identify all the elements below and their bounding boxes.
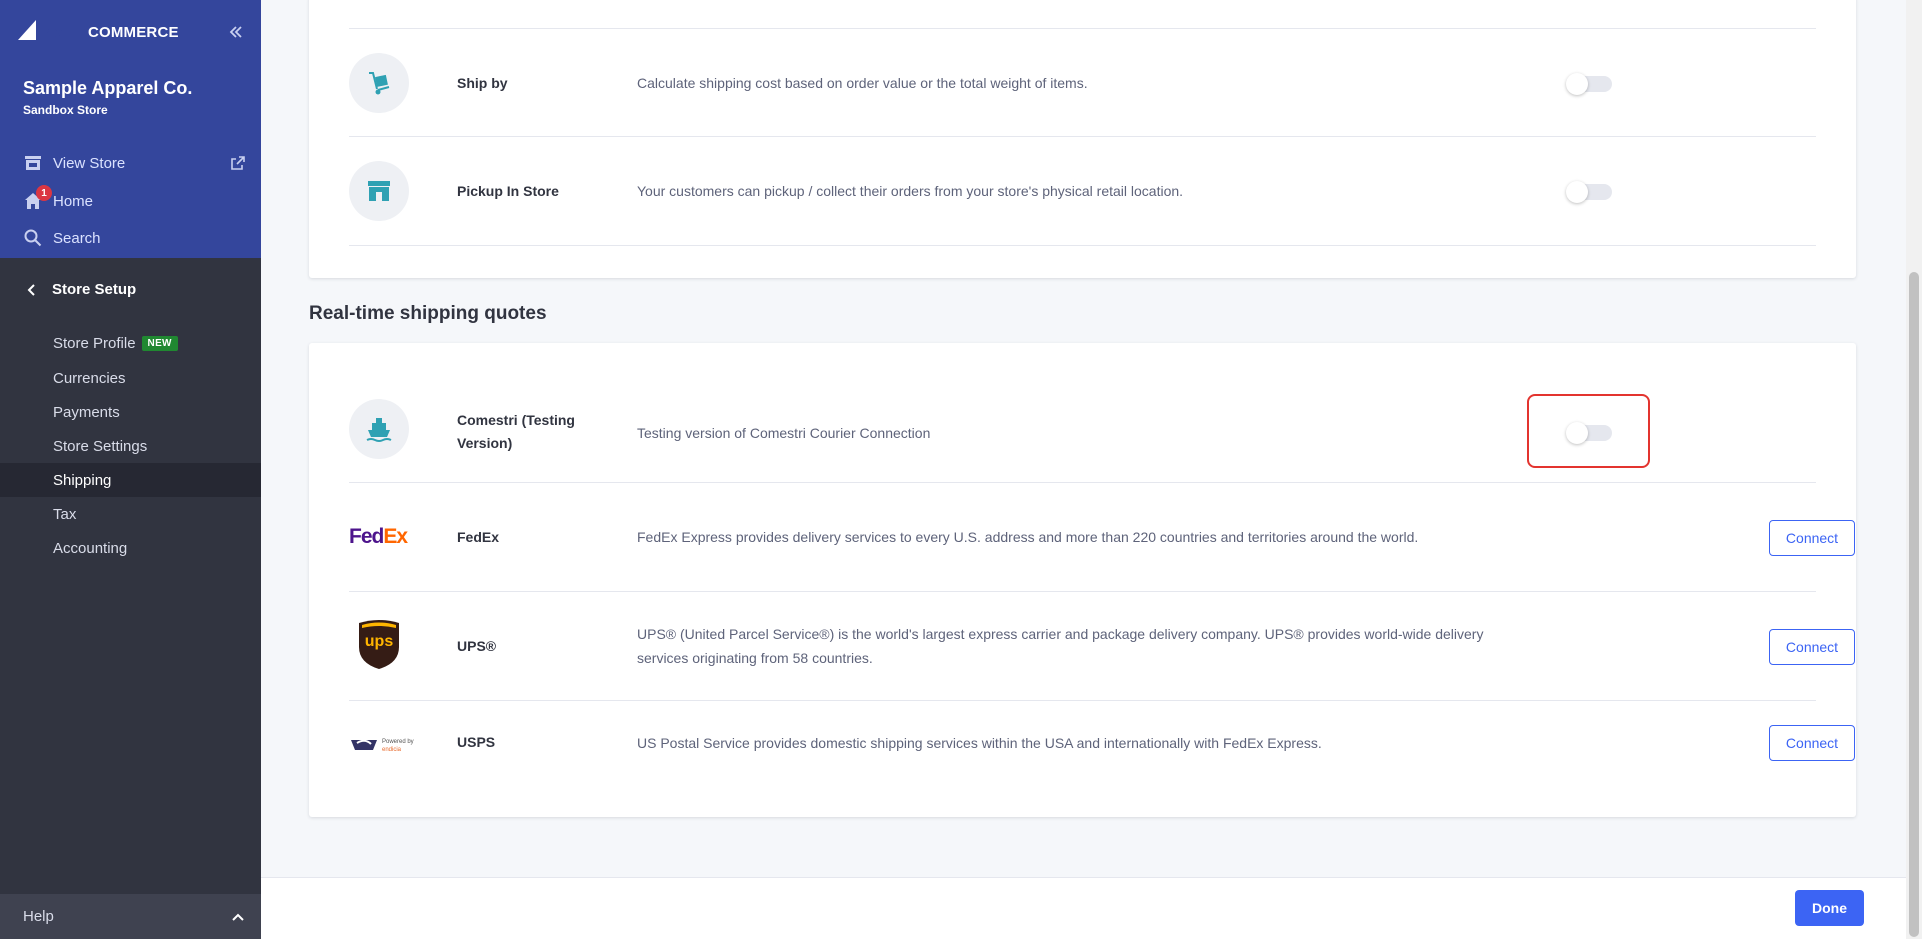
usps-logo: Powered by endicia: [349, 736, 414, 756]
hand-truck-icon: [349, 53, 409, 113]
search-link[interactable]: Search: [23, 227, 101, 249]
nav-item-tax[interactable]: Tax: [0, 497, 261, 531]
carrier-description: US Postal Service provides domestic ship…: [637, 735, 1322, 751]
usps-connect-button[interactable]: Connect: [1769, 725, 1855, 761]
collapse-sidebar-icon[interactable]: [226, 22, 246, 42]
sidebar-header: BIG COMMERCE Sample Apparel Co. Sandbox S…: [0, 0, 261, 258]
scrollbar-thumb[interactable]: [1909, 272, 1919, 937]
chevron-left-icon: [27, 283, 35, 296]
highlight-box: [1527, 394, 1650, 468]
carrier-name: UPS®: [457, 638, 497, 654]
view-store-link[interactable]: View Store: [23, 152, 125, 174]
shipping-method-row: Ship by Calculate shipping cost based on…: [349, 29, 1816, 137]
carrier-name: Comestri (Testing Version): [457, 412, 575, 451]
carrier-description: FedEx Express provides delivery services…: [637, 529, 1419, 545]
custom-shipping-card: Ship by Calculate shipping cost based on…: [309, 0, 1856, 278]
ship-by-toggle[interactable]: [1566, 73, 1612, 95]
ups-connect-button[interactable]: Connect: [1769, 629, 1855, 665]
storefront-icon: [349, 161, 409, 221]
external-link-icon[interactable]: [230, 155, 246, 171]
method-name: Pickup In Store: [457, 183, 559, 199]
store-name: Sample Apparel Co.: [23, 78, 193, 98]
method-name: Ship by: [457, 75, 508, 91]
carrier-name: USPS: [457, 734, 496, 750]
footer-bar: [261, 877, 1906, 939]
method-description: Your customers can pickup / collect thei…: [637, 183, 1184, 199]
home-link[interactable]: Home: [23, 190, 93, 212]
carrier-row: Fed Ex FedEx FedEx Express provides deliv…: [349, 483, 1855, 592]
ups-logo: ups: [357, 619, 401, 671]
carrier-description: Testing version of Comestri Courier Conn…: [637, 425, 931, 441]
new-badge: NEW: [141, 335, 178, 351]
nav-item-currencies[interactable]: Currencies: [0, 361, 261, 395]
nav-item-shipping[interactable]: Shipping: [0, 463, 261, 497]
bigcommerce-logo[interactable]: BIG COMMERCE: [16, 16, 179, 46]
realtime-quotes-heading: Real-time shipping quotes: [309, 303, 547, 324]
carrier-row: ups UPS® UPS® (United Parcel Service®) i…: [349, 592, 1855, 701]
nav-item-payments[interactable]: Payments: [0, 395, 261, 429]
nav-item-accounting[interactable]: Accounting: [0, 531, 261, 565]
help-bar[interactable]: Help: [0, 894, 261, 939]
nav-item-store-profile[interactable]: Store Profile NEW: [0, 326, 261, 360]
notification-badge: 1: [36, 185, 52, 201]
carrier-name: FedEx: [457, 529, 500, 545]
done-button[interactable]: Done: [1795, 890, 1864, 926]
carrier-description: UPS® (United Parcel Service®) is the wor…: [637, 626, 1484, 666]
nav-item-store-settings[interactable]: Store Settings: [0, 429, 261, 463]
toggle-knob: [1566, 181, 1588, 203]
storefront-icon: [23, 153, 43, 173]
fedex-logo: Fed Ex: [349, 525, 408, 548]
toggle-knob: [1566, 73, 1588, 95]
carrier-row: Powered by endicia USPS US Postal Servic…: [349, 701, 1855, 785]
method-description: Calculate shipping cost based on order v…: [637, 75, 1088, 91]
chevron-up-icon: [232, 913, 244, 921]
store-setup-back[interactable]: Store Setup: [26, 281, 136, 298]
fedex-connect-button[interactable]: Connect: [1769, 520, 1855, 556]
sidebar: BIG COMMERCE Sample Apparel Co. Sandbox S…: [0, 0, 261, 939]
shipping-method-row: Pickup In Store Your customers can picku…: [349, 137, 1816, 246]
pickup-in-store-toggle[interactable]: [1566, 181, 1612, 203]
ship-icon: [349, 399, 409, 459]
search-icon: [23, 228, 43, 248]
store-type: Sandbox Store: [23, 103, 108, 117]
